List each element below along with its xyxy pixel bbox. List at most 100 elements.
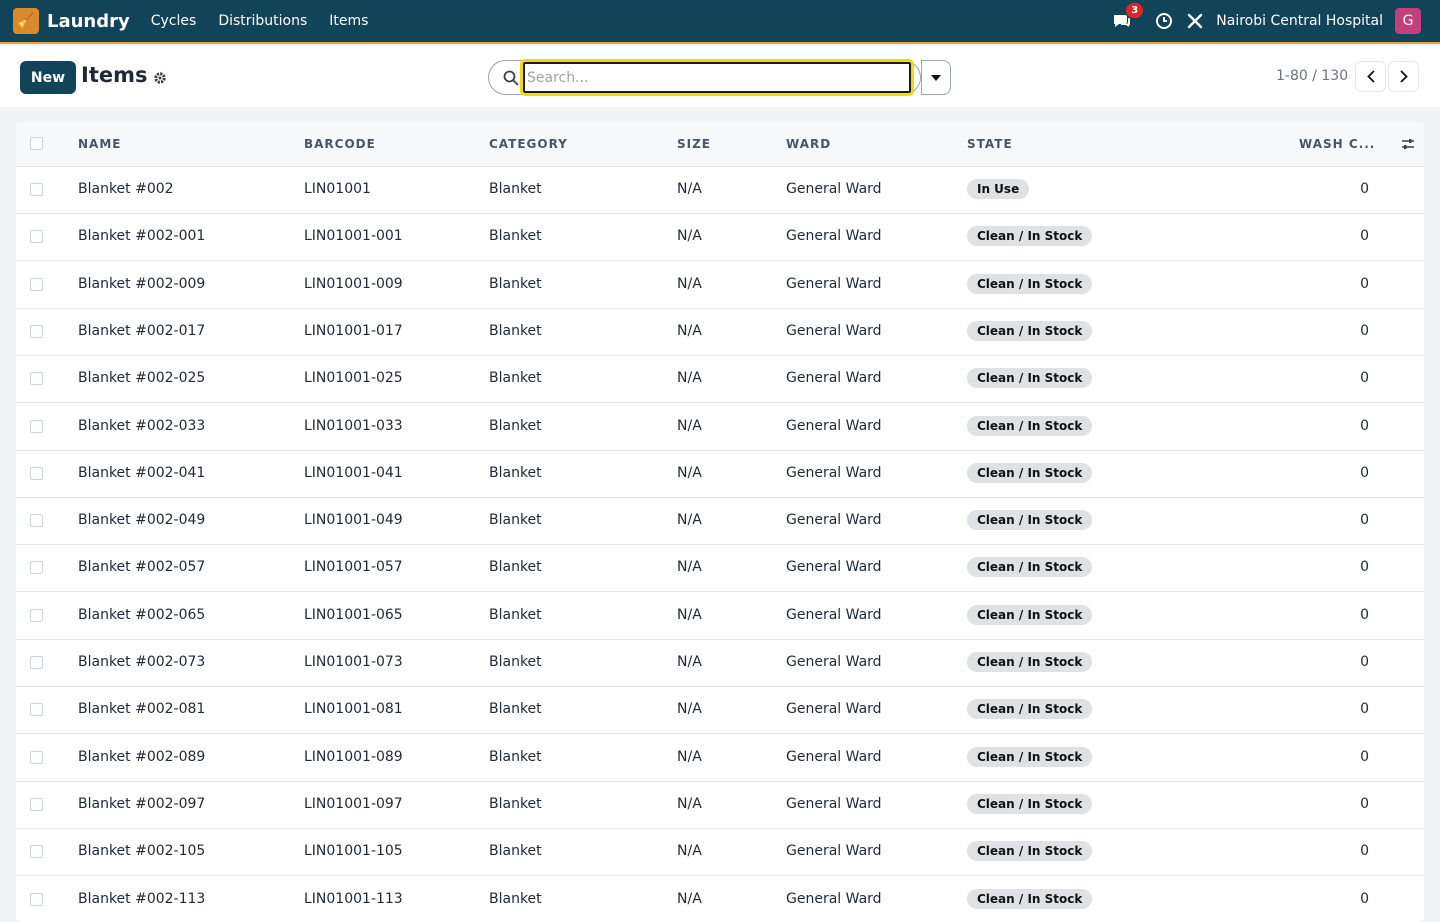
nav-cycles[interactable]: Cycles: [151, 13, 197, 29]
row-checkbox[interactable]: [30, 514, 43, 527]
row-checkbox[interactable]: [30, 230, 43, 243]
column-header-name[interactable]: NAME: [78, 137, 121, 151]
table-row[interactable]: Blanket #002-001LIN01001-001BlanketN/AGe…: [16, 214, 1424, 261]
cell-wash-count: 0: [1360, 370, 1369, 386]
tools-icon[interactable]: [1185, 11, 1205, 31]
chevron-right-icon: [1400, 70, 1408, 83]
row-checkbox[interactable]: [30, 561, 43, 574]
company-switcher[interactable]: Nairobi Central Hospital: [1216, 13, 1383, 29]
cell-wash-count: 0: [1360, 749, 1369, 765]
cell-barcode: LIN01001-033: [304, 418, 403, 434]
pager-next-button[interactable]: [1388, 61, 1419, 92]
cell-barcode: LIN01001-065: [304, 607, 403, 623]
cell-category: Blanket: [489, 891, 542, 907]
cell-name: Blanket #002-025: [78, 370, 205, 386]
cell-ward: General Ward: [786, 228, 882, 244]
row-checkbox[interactable]: [30, 845, 43, 858]
cell-ward: General Ward: [786, 843, 882, 859]
cell-barcode: LIN01001-113: [304, 891, 403, 907]
table-row[interactable]: Blanket #002LIN01001BlanketN/AGeneral Wa…: [16, 167, 1424, 214]
control-panel: New Items 1-80 / 130: [0, 46, 1440, 107]
cell-barcode: LIN01001-017: [304, 323, 403, 339]
row-checkbox[interactable]: [30, 325, 43, 338]
messages-icon[interactable]: 3: [1112, 11, 1132, 31]
cell-name: Blanket #002-057: [78, 559, 205, 575]
column-header-ward[interactable]: WARD: [786, 137, 831, 151]
table-row[interactable]: Blanket #002-025LIN01001-025BlanketN/AGe…: [16, 356, 1424, 403]
table-row[interactable]: Blanket #002-049LIN01001-049BlanketN/AGe…: [16, 498, 1424, 545]
cell-barcode: LIN01001-057: [304, 559, 403, 575]
column-header-state[interactable]: STATE: [967, 137, 1013, 151]
cell-size: N/A: [677, 701, 702, 717]
cell-ward: General Ward: [786, 370, 882, 386]
row-checkbox[interactable]: [30, 372, 43, 385]
cell-ward: General Ward: [786, 701, 882, 717]
app-name[interactable]: Laundry: [47, 11, 130, 32]
status-badge: Clean / In Stock: [967, 889, 1092, 909]
cell-size: N/A: [677, 796, 702, 812]
table-row[interactable]: Blanket #002-089LIN01001-089BlanketN/AGe…: [16, 735, 1424, 782]
search-options-toggle[interactable]: [921, 60, 951, 95]
items-list-table: NAME BARCODE CATEGORY SIZE WARD STATE WA…: [16, 122, 1424, 922]
page-title: Items: [81, 63, 147, 87]
row-checkbox[interactable]: [30, 467, 43, 480]
cell-name: Blanket #002-041: [78, 465, 205, 481]
nav-distributions[interactable]: Distributions: [218, 13, 307, 29]
status-badge: In Use: [967, 179, 1029, 199]
row-checkbox[interactable]: [30, 656, 43, 669]
column-header-barcode[interactable]: BARCODE: [304, 137, 376, 151]
table-row[interactable]: Blanket #002-097LIN01001-097BlanketN/AGe…: [16, 782, 1424, 829]
table-row[interactable]: Blanket #002-105LIN01001-105BlanketN/AGe…: [16, 829, 1424, 876]
cell-category: Blanket: [489, 418, 542, 434]
gear-icon[interactable]: [153, 70, 167, 84]
cell-category: Blanket: [489, 276, 542, 292]
search-input[interactable]: [523, 62, 911, 93]
cell-name: Blanket #002-113: [78, 891, 205, 907]
cell-category: Blanket: [489, 323, 542, 339]
table-row[interactable]: Blanket #002-033LIN01001-033BlanketN/AGe…: [16, 404, 1424, 451]
clock-icon[interactable]: [1154, 11, 1174, 31]
status-badge: Clean / In Stock: [967, 416, 1092, 436]
table-row[interactable]: Blanket #002-081LIN01001-081BlanketN/AGe…: [16, 687, 1424, 734]
table-row[interactable]: Blanket #002-065LIN01001-065BlanketN/AGe…: [16, 593, 1424, 640]
cell-category: Blanket: [489, 512, 542, 528]
table-row[interactable]: Blanket #002-009LIN01001-009BlanketN/AGe…: [16, 262, 1424, 309]
messages-badge: 3: [1126, 3, 1143, 18]
column-header-size[interactable]: SIZE: [677, 137, 711, 151]
cell-wash-count: 0: [1360, 512, 1369, 528]
cell-barcode: LIN01001: [304, 181, 371, 197]
row-checkbox[interactable]: [30, 751, 43, 764]
row-checkbox[interactable]: [30, 183, 43, 196]
cell-category: Blanket: [489, 465, 542, 481]
optional-columns-icon[interactable]: [1400, 136, 1416, 152]
status-badge: Clean / In Stock: [967, 368, 1092, 388]
nav-items[interactable]: Items: [329, 13, 368, 29]
select-all-checkbox[interactable]: [30, 137, 43, 150]
status-badge: Clean / In Stock: [967, 510, 1092, 530]
broom-icon[interactable]: 🧹: [13, 8, 39, 34]
new-button[interactable]: New: [20, 61, 76, 94]
caret-down-icon: [931, 75, 941, 81]
row-checkbox[interactable]: [30, 278, 43, 291]
pager-previous-button[interactable]: [1355, 61, 1386, 92]
row-checkbox[interactable]: [30, 893, 43, 906]
row-checkbox[interactable]: [30, 798, 43, 811]
column-header-category[interactable]: CATEGORY: [489, 137, 568, 151]
avatar[interactable]: G: [1395, 8, 1421, 34]
table-row[interactable]: Blanket #002-073LIN01001-073BlanketN/AGe…: [16, 640, 1424, 687]
column-header-wash-count[interactable]: WASH C...: [1299, 137, 1375, 151]
status-badge: Clean / In Stock: [967, 605, 1092, 625]
table-row[interactable]: Blanket #002-041LIN01001-041BlanketN/AGe…: [16, 451, 1424, 498]
cell-category: Blanket: [489, 843, 542, 859]
cell-wash-count: 0: [1360, 276, 1369, 292]
row-checkbox[interactable]: [30, 703, 43, 716]
row-checkbox[interactable]: [30, 420, 43, 433]
cell-wash-count: 0: [1360, 843, 1369, 859]
table-row[interactable]: Blanket #002-057LIN01001-057BlanketN/AGe…: [16, 545, 1424, 592]
cell-ward: General Ward: [786, 749, 882, 765]
row-checkbox[interactable]: [30, 609, 43, 622]
table-row[interactable]: Blanket #002-017LIN01001-017BlanketN/AGe…: [16, 309, 1424, 356]
table-row[interactable]: Blanket #002-113LIN01001-113BlanketN/AGe…: [16, 877, 1424, 922]
pager-value[interactable]: 1-80 / 130: [1276, 68, 1348, 84]
cell-barcode: LIN01001-081: [304, 701, 403, 717]
